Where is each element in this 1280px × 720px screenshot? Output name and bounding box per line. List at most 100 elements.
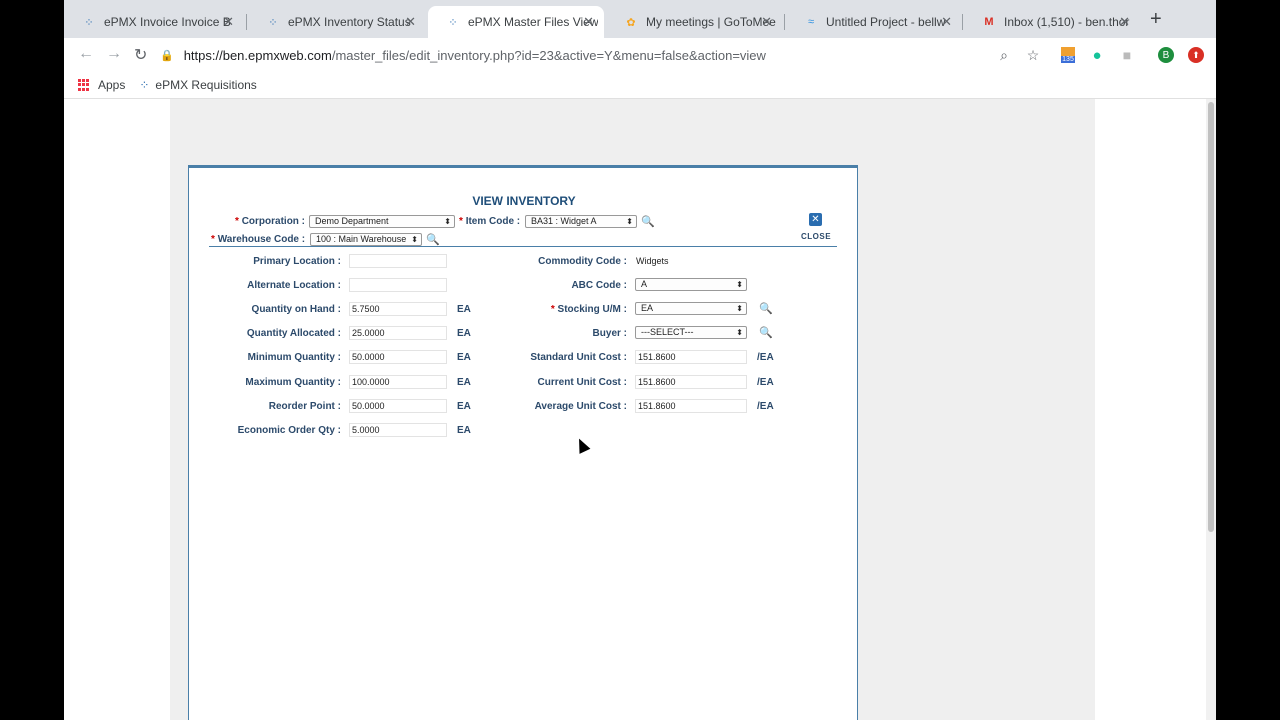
standard-unit-cost-field[interactable]: 151.8600 xyxy=(635,350,747,364)
browser-window: ⁘ ePMX Invoice Invoice B ✕ ⁘ ePMX Invent… xyxy=(64,0,1216,720)
abc-code-select[interactable]: A ⬍ xyxy=(635,278,747,291)
requisitions-label: ePMX Requisitions xyxy=(155,78,257,92)
standard-unit-cost-label: Standard Unit Cost : xyxy=(530,352,627,363)
maximum-quantity-field[interactable]: 100.0000 xyxy=(349,375,447,389)
grammarly-icon[interactable]: ● xyxy=(1089,47,1105,64)
quantity-allocated-field[interactable]: 25.0000 xyxy=(349,326,447,340)
tab-inbox[interactable]: M Inbox (1,510) - ben.thor ✕ xyxy=(964,6,1140,38)
extension-puzzle-icon[interactable]: ■ xyxy=(1119,47,1135,63)
update-icon[interactable]: ⬆ xyxy=(1188,47,1204,63)
minimum-quantity-label: Minimum Quantity : xyxy=(247,352,341,363)
close-label[interactable]: CLOSE xyxy=(801,232,831,241)
select-arrow-icon: ⬍ xyxy=(736,328,743,337)
current-unit-cost-field[interactable]: 151.8600 xyxy=(635,375,747,389)
close-tab-icon[interactable]: ✕ xyxy=(761,14,772,30)
minimum-quantity-field[interactable]: 50.0000 xyxy=(349,350,447,364)
tab-title: ePMX Invoice Invoice B xyxy=(104,15,231,29)
commodity-code-label: Commodity Code : xyxy=(538,256,627,267)
close-tab-icon[interactable]: ✕ xyxy=(223,14,234,30)
browser-toolbar: ← → ↻ 🔒 https://ben.epmxweb.com/master_f… xyxy=(64,38,1216,72)
stocking-um-select[interactable]: EA ⬍ xyxy=(635,302,747,315)
unit-label: EA xyxy=(457,377,471,388)
item-lookup-icon[interactable]: 🔍 xyxy=(641,214,655,228)
requisitions-bookmark[interactable]: ⁘ ePMX Requisitions xyxy=(139,78,256,92)
commodity-code-value: Widgets xyxy=(636,256,669,266)
primary-location-label: Primary Location : xyxy=(253,256,341,267)
alternate-location-field[interactable] xyxy=(349,278,447,292)
buyer-select[interactable]: ---SELECT--- ⬍ xyxy=(635,326,747,339)
back-icon[interactable]: ← xyxy=(78,45,94,63)
tab-master-files[interactable]: ⁘ ePMX Master Files View ✕ xyxy=(428,6,604,38)
tab-title: Inbox (1,510) - ben.thor xyxy=(1004,15,1130,29)
forward-icon[interactable]: → xyxy=(106,45,122,63)
unit-label: EA xyxy=(457,352,471,363)
close-tab-icon[interactable]: ✕ xyxy=(1119,14,1130,30)
new-tab-icon[interactable]: + xyxy=(1150,8,1162,31)
address-bar[interactable]: 🔒 https://ben.epmxweb.com/master_files/e… xyxy=(160,43,1040,67)
alternate-location-label: Alternate Location : xyxy=(247,280,341,291)
warehouse-lookup-icon[interactable]: 🔍 xyxy=(426,232,440,246)
quantity-on-hand-field[interactable]: 5.7500 xyxy=(349,302,447,316)
tab-strip: ⁘ ePMX Invoice Invoice B ✕ ⁘ ePMX Invent… xyxy=(64,0,1216,38)
tab-invoice[interactable]: ⁘ ePMX Invoice Invoice B ✕ xyxy=(64,6,244,38)
zoom-search-icon[interactable]: ⌕ xyxy=(996,47,1012,63)
quantity-allocated-label: Quantity Allocated : xyxy=(246,328,341,339)
epmx-icon: ⁘ xyxy=(448,16,458,29)
corporation-select[interactable]: Demo Department ⬍ xyxy=(309,215,455,228)
tab-meetings[interactable]: ✿ My meetings | GoToMee ✕ xyxy=(606,6,782,38)
select-arrow-icon: ⬍ xyxy=(736,304,743,313)
apps-bookmark[interactable]: Apps xyxy=(64,78,125,92)
reorder-point-label: Reorder Point : xyxy=(268,401,341,412)
item-code-select[interactable]: BA31 : Widget A ⬍ xyxy=(525,215,637,228)
close-tab-icon[interactable]: ✕ xyxy=(405,14,416,30)
tab-project[interactable]: ≈ Untitled Project - bellw ✕ xyxy=(786,6,962,38)
panel-title: VIEW INVENTORY xyxy=(472,194,576,208)
close-tab-icon[interactable]: ✕ xyxy=(941,14,952,30)
warehouse-label: * Warehouse Code : xyxy=(211,234,306,245)
header-divider xyxy=(209,246,837,247)
epmx-icon: ⁘ xyxy=(84,16,94,29)
maximum-quantity-label: Maximum Quantity : xyxy=(245,377,341,388)
unit-label: /EA xyxy=(757,401,774,412)
average-unit-cost-label: Average Unit Cost : xyxy=(534,401,627,412)
tab-title: ePMX Inventory Status xyxy=(288,15,411,29)
profile-avatar[interactable]: B xyxy=(1158,47,1174,63)
primary-location-field[interactable] xyxy=(349,254,447,268)
unit-label: /EA xyxy=(757,352,774,363)
close-icon[interactable]: ✕ xyxy=(809,213,822,226)
average-unit-cost-field[interactable]: 151.8600 xyxy=(635,399,747,413)
bookmark-star-icon[interactable]: ☆ xyxy=(1025,47,1041,63)
reload-icon[interactable]: ↻ xyxy=(134,45,147,65)
extension-badge: 135 xyxy=(1061,56,1075,63)
select-arrow-icon: ⬍ xyxy=(411,235,418,244)
select-arrow-icon: ⬍ xyxy=(444,217,451,226)
apps-label: Apps xyxy=(98,78,126,92)
unit-label: EA xyxy=(457,304,471,315)
lock-icon: 🔒 xyxy=(160,49,174,62)
economic-order-qty-field[interactable]: 5.0000 xyxy=(349,423,447,437)
tab-inventory-status[interactable]: ⁘ ePMX Inventory Status ✕ xyxy=(248,6,426,38)
item-code-label: * Item Code : xyxy=(459,216,521,227)
economic-order-qty-label: Economic Order Qty : xyxy=(237,425,341,436)
page-viewport: VIEW INVENTORY * Corporation : Demo Depa… xyxy=(64,99,1206,720)
warehouse-select[interactable]: 100 : Main Warehouse ⬍ xyxy=(310,233,422,246)
close-tab-icon[interactable]: ✕ xyxy=(583,14,594,30)
reorder-point-field[interactable]: 50.0000 xyxy=(349,399,447,413)
buyer-label: Buyer : xyxy=(592,328,627,339)
current-unit-cost-label: Current Unit Cost : xyxy=(537,377,627,388)
tab-title: ePMX Master Files View xyxy=(468,15,598,29)
buyer-lookup-icon[interactable]: 🔍 xyxy=(759,325,773,339)
stocking-um-label: * Stocking U/M : xyxy=(550,304,627,315)
select-arrow-icon: ⬍ xyxy=(626,217,633,226)
view-inventory-panel: VIEW INVENTORY * Corporation : Demo Depa… xyxy=(188,165,858,720)
url-path: /master_files/edit_inventory.php?id=23&a… xyxy=(331,47,766,63)
unit-label: EA xyxy=(457,425,471,436)
url-host: https://ben.epmxweb.com xyxy=(183,47,332,63)
abc-code-label: ABC Code : xyxy=(571,280,627,291)
gmail-icon: M xyxy=(984,16,994,28)
epmx-icon: ⁘ xyxy=(139,78,150,92)
select-arrow-icon: ⬍ xyxy=(736,280,743,289)
scrollbar-thumb[interactable] xyxy=(1208,102,1214,532)
stocking-lookup-icon[interactable]: 🔍 xyxy=(759,301,773,315)
extension-icon[interactable]: 135 xyxy=(1060,47,1076,63)
